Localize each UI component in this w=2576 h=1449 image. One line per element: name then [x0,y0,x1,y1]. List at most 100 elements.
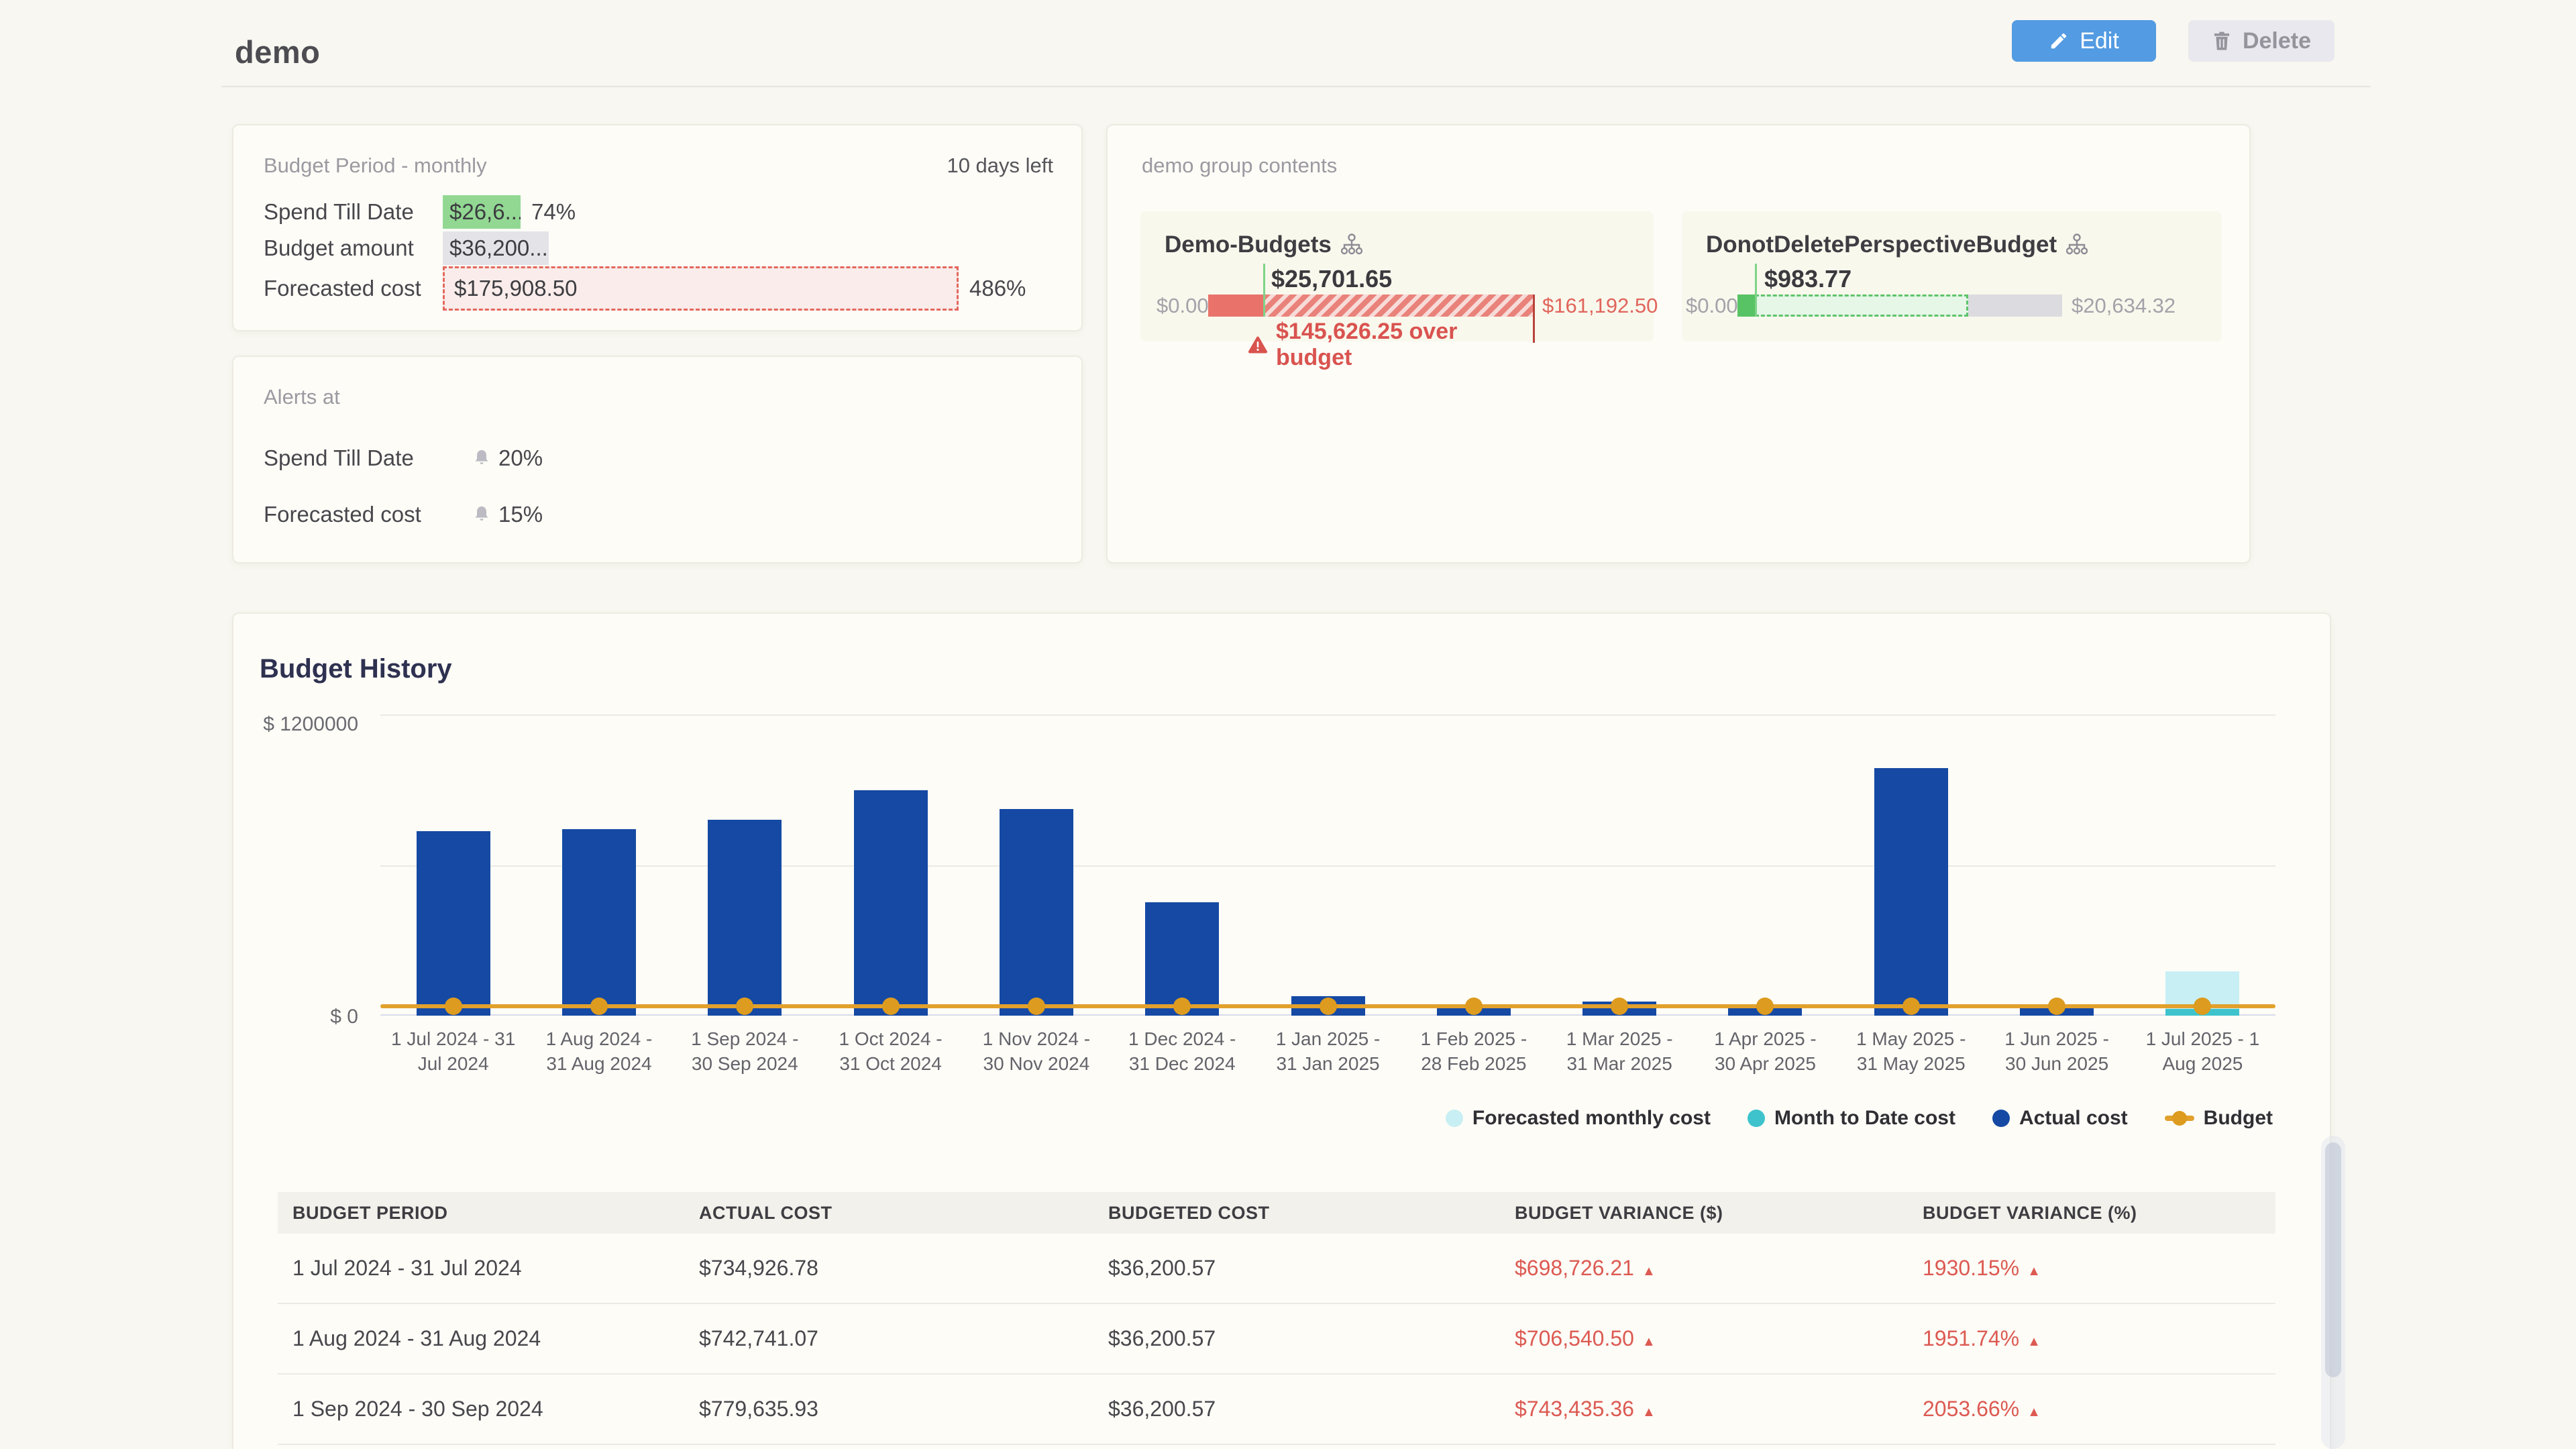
actual-cost-bar[interactable] [1874,768,1948,1016]
actual-cost-bar[interactable] [1000,809,1073,1016]
bell-icon [473,505,490,524]
delete-button[interactable]: Delete [2188,20,2334,62]
x-axis-label: 1 Nov 2024 - 30 Nov 2024 [963,1026,1109,1076]
col-budget-period: BUDGET PERIOD [278,1203,684,1224]
budget-history-card: Budget History $ 1200000 $ 0 1 Jul 2024 … [232,612,2331,1449]
x-axis-label: 1 Feb 2025 - 28 Feb 2025 [1401,1026,1546,1076]
budget-point[interactable] [1756,998,1774,1015]
warning-icon [1248,336,1268,354]
budget-amount-label: Budget amount [264,235,443,261]
alert-spend-value: 20% [498,445,543,471]
actual-cost-bar[interactable] [562,829,636,1016]
x-axis-label: 1 Apr 2025 - 30 Apr 2025 [1693,1026,1838,1076]
budget-tile-donotdelete[interactable]: DonotDeletePerspectiveBudget $983.77 $0.… [1682,211,2222,341]
budget-point[interactable] [1320,998,1337,1015]
budget-period-card-title: Budget Period - monthly [264,154,487,178]
budget-usage-bar[interactable] [1208,294,1533,317]
bar-max-label: $20,634.32 [2072,294,2176,317]
chart-slot [526,714,672,1016]
budget-point[interactable] [590,998,608,1015]
chart-slot [1547,714,1693,1016]
forecasted-cost-bar[interactable]: $175,908.50 [443,266,959,311]
y-axis-zero-label: $ 0 [244,1006,358,1028]
chart-plot-area [380,714,2275,1016]
edit-button[interactable]: Edit [2012,20,2156,62]
budget-amount-bar[interactable]: $36,200.... [443,231,549,265]
legend-item[interactable]: Forecasted monthly cost [1446,1107,1711,1130]
edit-button-label: Edit [2080,28,2119,54]
chart-slot [2130,714,2275,1016]
group-card-title: demo group contents [1142,154,1337,178]
cell-actual: $734,926.78 [684,1256,1093,1281]
legend-label: Month to Date cost [1774,1107,1955,1130]
col-budget-variance-pct: BUDGET VARIANCE (%) [1908,1203,2275,1224]
cell-budgeted: $36,200.57 [1093,1256,1500,1281]
chart-slot [1255,714,1401,1016]
budget-point[interactable] [445,998,462,1015]
budget-period-card: Budget Period - monthly 10 days left Spe… [232,124,1083,331]
alert-row-forecast: Forecasted cost 15% [264,498,543,531]
up-triangle-icon: ▲ [2027,1334,2041,1349]
legend-item[interactable]: Budget [2165,1107,2273,1130]
budget-point[interactable] [736,998,753,1015]
actual-cost-bar[interactable] [417,831,490,1016]
cell-variance-pct: 1951.74%▲ [1908,1326,2275,1351]
trash-icon [2212,30,2232,52]
legend-item[interactable]: Month to Date cost [1748,1107,1955,1130]
legend-dot-icon [1992,1110,2010,1127]
table-row: 1 Aug 2024 - 31 Aug 2024 $742,741.07 $36… [278,1304,2275,1375]
tile-current-value: $983.77 [1764,265,1851,293]
pencil-icon [2049,31,2069,51]
budget-point[interactable] [1902,998,1920,1015]
x-axis-label: 1 May 2025 - 31 May 2025 [1838,1026,1984,1076]
scrollbar-track[interactable] [2321,1136,2345,1449]
budget-point[interactable] [2194,998,2211,1015]
spend-marker-line [1755,264,1757,317]
col-budget-variance-usd: BUDGET VARIANCE ($) [1500,1203,1908,1224]
legend-label: Forecasted monthly cost [1472,1107,1711,1130]
hierarchy-icon [2066,233,2088,256]
budget-point[interactable] [882,998,900,1015]
x-axis-label: 1 Jun 2025 - 30 Jun 2025 [1984,1026,2129,1076]
bell-icon [473,449,490,468]
forecasted-cost-label: Forecasted cost [264,276,443,301]
chart-slot [380,714,526,1016]
cell-variance-usd: $743,435.36▲ [1500,1397,1908,1421]
scrollbar-thumb[interactable] [2325,1142,2341,1377]
up-triangle-icon: ▲ [2027,1405,2041,1419]
cell-variance-usd: $706,540.50▲ [1500,1326,1908,1351]
up-triangle-icon: ▲ [2027,1264,2041,1279]
col-actual-cost: ACTUAL COST [684,1203,1093,1224]
budget-usage-bar[interactable] [1737,294,2062,317]
chart-slot [818,714,963,1016]
chart-slot [1693,714,1838,1016]
up-triangle-icon: ▲ [1642,1405,1656,1419]
bar-remaining-segment [1968,294,2062,317]
x-axis-label: 1 Oct 2024 - 31 Oct 2024 [818,1026,963,1076]
cell-budgeted: $36,200.57 [1093,1397,1500,1421]
budget-point[interactable] [1611,998,1628,1015]
over-budget-text: $145,626.25 over budget [1276,319,1529,371]
actual-cost-bar[interactable] [854,790,928,1016]
spend-till-date-bar[interactable]: $26,6... [443,195,521,229]
delete-button-label: Delete [2243,28,2311,54]
budget-point[interactable] [1028,998,1045,1015]
spend-marker-line [1263,264,1265,317]
budget-history-table: BUDGET PERIOD ACTUAL COST BUDGETED COST … [278,1192,2275,1445]
forecasted-cost-row: Forecasted cost $175,908.50 486% [264,266,1026,311]
budget-point[interactable] [1173,998,1191,1015]
y-axis-max-label: $ 1200000 [244,713,358,736]
x-axis-label: 1 Dec 2024 - 31 Dec 2024 [1110,1026,1255,1076]
budget-tile-demo-budgets[interactable]: Demo-Budgets $25,701.65 $0.00 $161,192.5… [1140,211,1654,341]
chart-title: Budget History [260,654,452,684]
legend-item[interactable]: Actual cost [1992,1107,2128,1130]
bar-min-label: $0.00 [1157,294,1202,317]
chart-slot [1984,714,2129,1016]
days-left-text: 10 days left [947,154,1053,178]
table-row: 1 Jul 2024 - 31 Jul 2024 $734,926.78 $36… [278,1234,2275,1304]
budget-point[interactable] [1465,998,1483,1015]
alert-forecast-value: 15% [498,502,543,527]
cell-budgeted: $36,200.57 [1093,1326,1500,1351]
budget-point[interactable] [2048,998,2065,1015]
actual-cost-bar[interactable] [708,820,782,1016]
